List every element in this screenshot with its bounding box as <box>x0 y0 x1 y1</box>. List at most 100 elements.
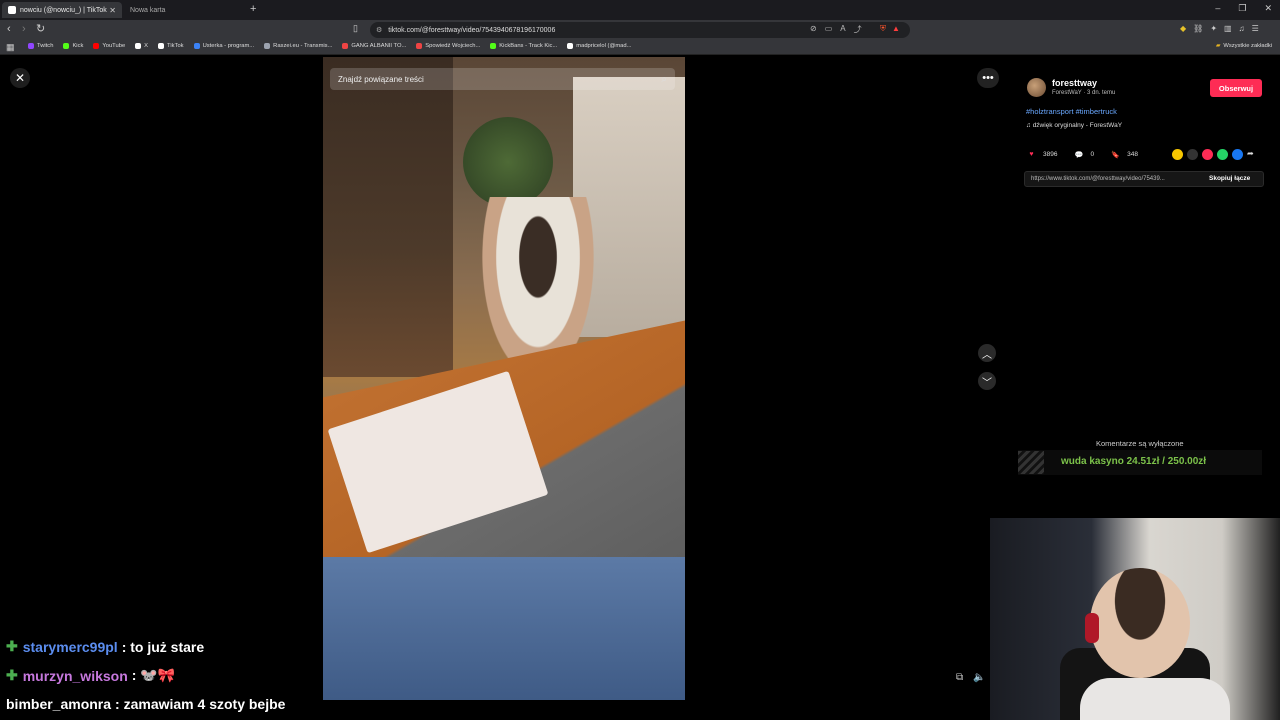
next-video-button[interactable]: ﹀ <box>978 372 996 390</box>
webcam-shirt <box>1080 678 1230 720</box>
player-controls: ⧉ 🔈 <box>956 672 986 683</box>
bookmark-label: KickBans - Track Kic... <box>499 43 558 49</box>
share-more-icon[interactable]: ➦ <box>1247 149 1254 160</box>
video-scene-wall <box>323 57 453 377</box>
bookmark-item[interactable]: TikTok <box>158 43 184 49</box>
reload-icon[interactable]: ↻ <box>36 22 45 35</box>
bookmark-label: YouTube <box>102 43 126 49</box>
bookmark-favicon-icon <box>193 43 200 49</box>
chat-text: : to już stare <box>121 638 205 655</box>
bookmark-favicon-icon <box>342 43 349 49</box>
sidebar-icon[interactable]: ▥ <box>1224 24 1232 33</box>
more-options-button[interactable]: ••• <box>977 68 999 88</box>
menu-icon[interactable]: ☰ <box>1252 24 1259 33</box>
sub-badge-icon: ✚ <box>6 667 18 683</box>
bookmark-item[interactable]: Usterka - program... <box>193 43 255 49</box>
bookmark-item[interactable]: Spowiedź Wojciech... <box>416 43 480 49</box>
bookmark-favicon-icon <box>63 43 70 49</box>
search-icon[interactable]: ⌕ <box>661 74 667 85</box>
tiktok-icon <box>8 6 16 14</box>
bookmark-favicon-icon <box>93 43 100 49</box>
copy-link-button[interactable]: Skopiuj łącze <box>1209 175 1250 182</box>
vpn-icon[interactable]: ⛓ <box>1193 24 1203 33</box>
chat-text: : zamawiam 4 szoty bejbe <box>115 696 286 712</box>
embed-icon[interactable] <box>1187 149 1198 160</box>
close-video-button[interactable]: ✕ <box>10 68 30 88</box>
bookmark-label: X <box>144 43 149 49</box>
bookmark-favicon-icon <box>158 43 165 49</box>
new-tab-button[interactable]: + <box>250 3 256 15</box>
bookmark-icon[interactable]: ▯ <box>353 23 358 34</box>
heart-icon[interactable]: ♥ <box>1026 149 1037 160</box>
translate-icon[interactable]: A <box>840 24 845 35</box>
saves-count: 348 <box>1127 151 1138 158</box>
author-name[interactable]: foresttway <box>1052 78 1097 88</box>
forward-icon[interactable]: › <box>22 23 26 35</box>
bookmark-label: Raszei.eu - Transmis... <box>273 43 333 49</box>
wallet-icon[interactable]: ◆ <box>1180 24 1186 33</box>
bookmark-item[interactable]: X <box>135 43 148 49</box>
bookmark-label: Kick <box>72 43 84 49</box>
tab-title: Nowa karta <box>130 6 166 14</box>
likes-count: 3896 <box>1043 151 1058 158</box>
brave-rewards-icon[interactable]: ▲ <box>892 24 900 34</box>
previous-video-button[interactable]: ︿ <box>978 344 996 362</box>
bookmark-label: Twitch <box>37 43 54 49</box>
bookmark-save-icon[interactable]: 🔖 <box>1110 149 1121 160</box>
bookmark-item[interactable]: Raszei.eu - Transmis... <box>264 43 332 49</box>
bookmark-item[interactable]: madpricelol (@mad... <box>567 43 631 49</box>
bookmark-item[interactable]: Kick <box>63 43 83 49</box>
bookmarks-list: Twitch Kick YouTube X TikTok Usterka - progra… <box>28 43 631 49</box>
chat-username: bimber_amonra <box>6 696 112 712</box>
brave-shield-icon[interactable]: ⛨ <box>880 24 886 34</box>
extensions-icon[interactable]: ✦ <box>1210 24 1217 33</box>
webcam-streamer <box>1090 568 1190 678</box>
repost-icon[interactable] <box>1172 149 1183 160</box>
send-icon[interactable] <box>1202 149 1213 160</box>
address-bar-icons: ⊘ ▭ A ⤴ <box>810 24 862 35</box>
author-subtitle: ForestWaY · 3 dn. temu <box>1052 90 1116 96</box>
whatsapp-icon[interactable] <box>1217 149 1228 160</box>
bookmark-favicon-icon <box>416 43 423 49</box>
bookmark-label: Usterka - program... <box>202 43 255 49</box>
facebook-icon[interactable] <box>1232 149 1243 160</box>
folder-icon: ▰ <box>1215 43 1221 49</box>
engagement-stats: ♥ 3896 💬 0 🔖 348 <box>1026 149 1138 160</box>
apps-icon[interactable]: ▦ <box>6 42 15 53</box>
back-icon[interactable]: ‹ <box>7 23 11 35</box>
pip-icon[interactable]: ▭ <box>825 24 833 35</box>
bookmark-label: madpricelol (@mad... <box>576 43 632 49</box>
tab-active[interactable]: nowciu (@nowciu_) | TikTok ✕ <box>2 2 122 18</box>
comments-disabled-text: Komentarze są wyłączone <box>1096 439 1184 448</box>
bookmark-favicon-icon <box>490 43 497 49</box>
share-icon[interactable]: ⤴ <box>854 24 862 35</box>
bookmark-item[interactable]: YouTube <box>93 43 125 49</box>
media-icon[interactable]: ♫ <box>1239 24 1245 33</box>
hashtags[interactable]: #holztransport #timbertruck <box>1026 107 1117 116</box>
video-player[interactable] <box>323 57 685 700</box>
all-bookmarks[interactable]: ▰ Wszystkie zakładki <box>1216 43 1272 49</box>
related-search-input[interactable]: Znajdź powiązane treści ⌕ <box>330 68 675 90</box>
minimize-icon[interactable]: – <box>1215 3 1220 14</box>
close-window-icon[interactable]: ✕ <box>1264 3 1272 14</box>
comment-icon[interactable]: 💬 <box>1073 149 1084 160</box>
donation-goal-text: wuda kasyno 24.51zł / 250.00zł <box>1061 456 1207 467</box>
bookmark-item[interactable]: Twitch <box>28 43 53 49</box>
volume-icon[interactable]: 🔈 <box>973 672 985 683</box>
tab-new[interactable]: Nowa karta <box>124 2 242 18</box>
music-note-icon: ♫ <box>1026 122 1033 129</box>
miniplayer-icon[interactable]: ⧉ <box>956 672 963 683</box>
maximize-icon[interactable]: ❐ <box>1238 3 1246 14</box>
chat-message: ✚ murzyn_wikson: 🐭🎀 <box>6 667 175 684</box>
follow-button[interactable]: Obserwuj <box>1210 79 1262 97</box>
bookmark-item[interactable]: KickBans - Track Kic... <box>490 43 557 49</box>
avatar[interactable] <box>1027 78 1046 97</box>
no-tracking-icon[interactable]: ⊘ <box>810 24 817 35</box>
bookmark-item[interactable]: GANG ALBANII TO... <box>342 43 406 49</box>
all-bookmarks-label: Wszystkie zakładki <box>1223 43 1272 49</box>
window-controls: – ❐ ✕ <box>1215 3 1272 14</box>
sound-link[interactable]: ♫ dźwięk oryginalny - ForestWaY <box>1026 122 1122 129</box>
webcam-headset <box>1085 613 1099 643</box>
site-info-icon[interactable]: ⚙ <box>376 26 382 34</box>
close-icon[interactable]: ✕ <box>109 6 116 15</box>
